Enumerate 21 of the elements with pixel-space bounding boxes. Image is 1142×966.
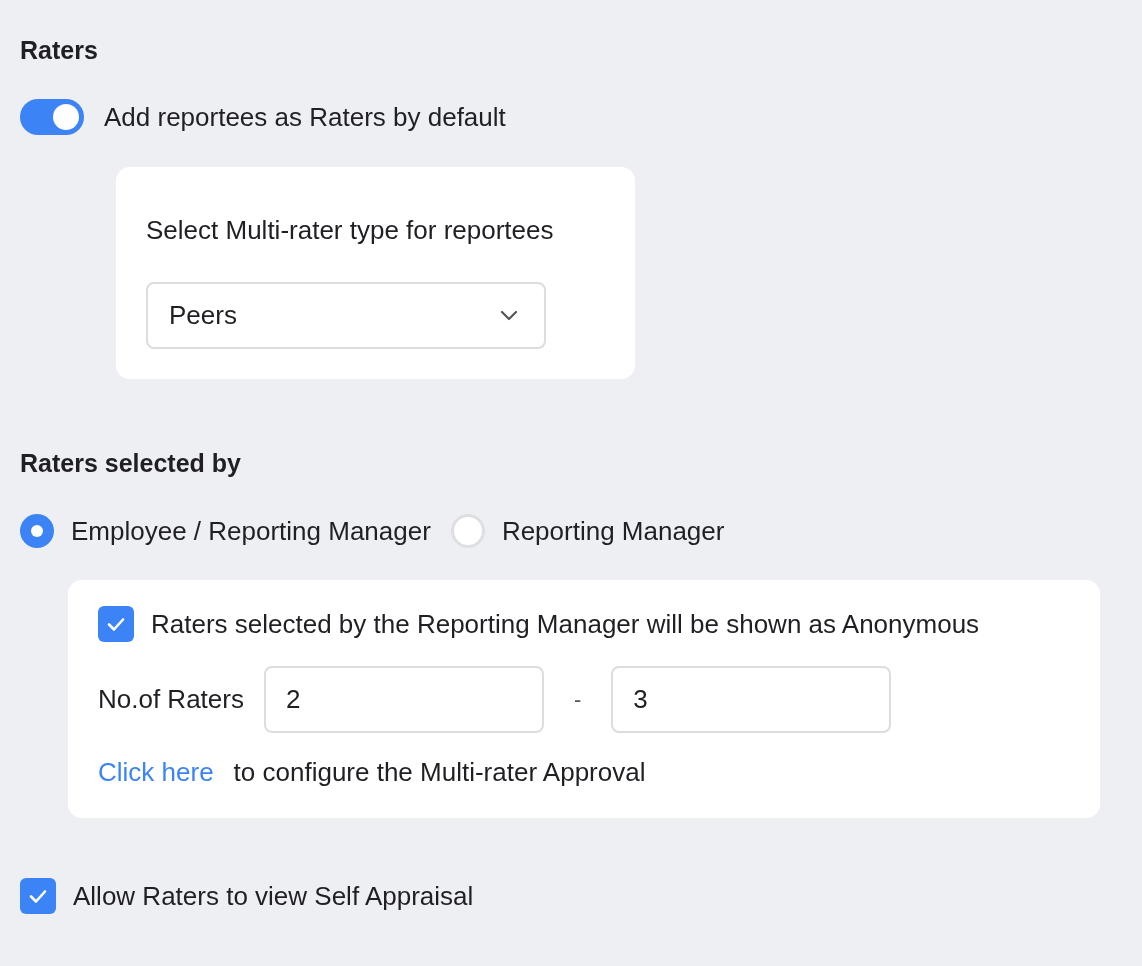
section-title: Raters selected by: [20, 449, 242, 478]
radio-button[interactable]: [450, 514, 485, 548]
checkbox[interactable]: [98, 606, 134, 642]
field-label: No.of Raters: [98, 684, 244, 715]
input-field[interactable]: 2: [263, 666, 544, 733]
radio-label: Reporting Manager: [501, 515, 725, 547]
chevron-down-icon: [500, 309, 518, 322]
radio-button[interactable]: [20, 514, 54, 548]
checkbox-label: Allow Raters to view Self Appraisal: [73, 880, 474, 912]
toggle-switch[interactable]: [20, 99, 84, 135]
checkbox[interactable]: [20, 878, 56, 914]
field-label: Select Multi-rater type for reportees: [146, 215, 555, 246]
toggle-label: Add reportees as Raters by default: [104, 101, 506, 133]
input-field[interactable]: 3: [611, 666, 892, 733]
range-separator: -: [572, 686, 583, 713]
link[interactable]: Click here: [98, 757, 214, 788]
helper-text: to configure the Multi-rater Approval: [233, 757, 646, 788]
checkbox-label: Raters selected by the Reporting Manager will be shown as Anonymous: [151, 608, 980, 640]
section-title: Raters: [20, 36, 99, 65]
dropdown[interactable]: Peers: [146, 282, 546, 349]
radio-label: Employee / Reporting Manager: [71, 515, 431, 547]
